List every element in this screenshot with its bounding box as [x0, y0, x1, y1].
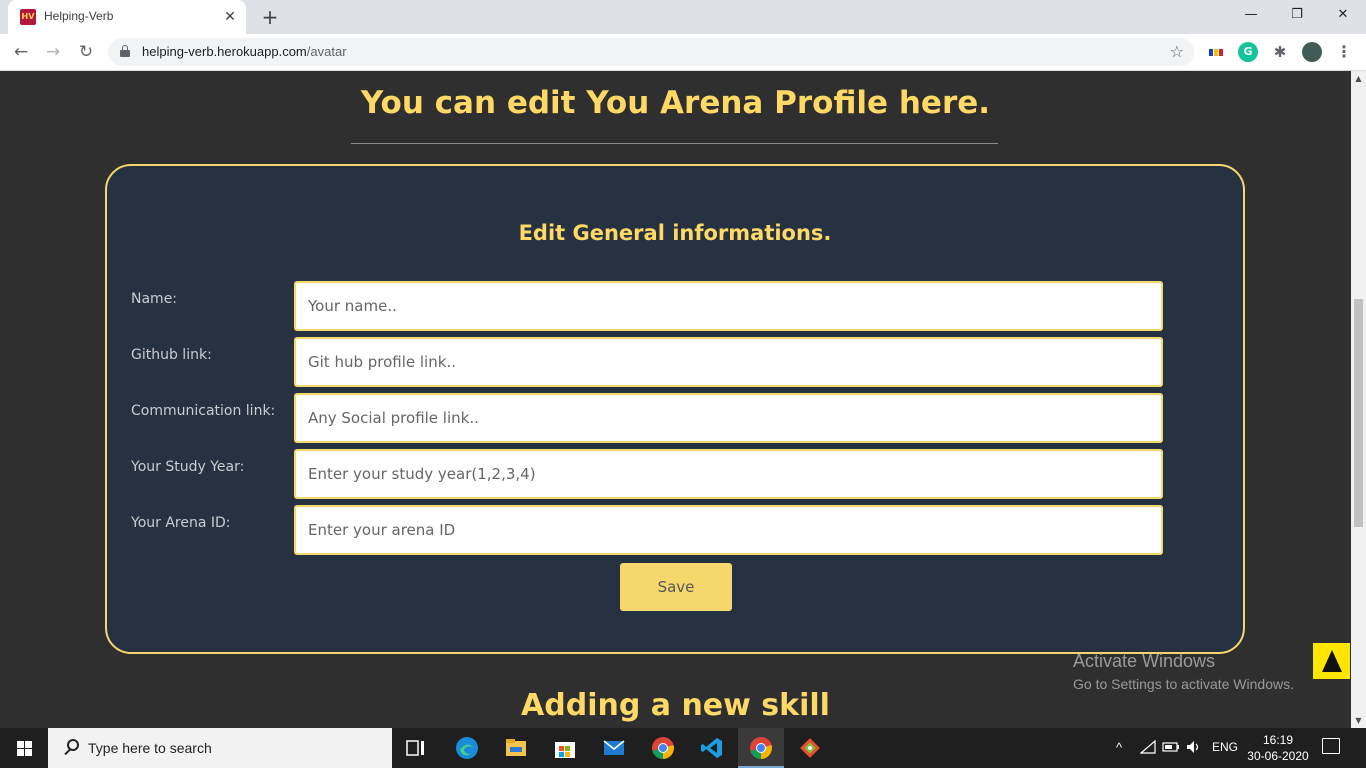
restore-button[interactable]: ❐ [1274, 0, 1320, 30]
arena-id-label: Your Arena ID: [131, 515, 231, 531]
extension-colorful-icon[interactable] [1206, 42, 1226, 62]
bookmark-star-icon[interactable]: ☆ [1170, 41, 1184, 63]
study-year-label: Your Study Year: [131, 459, 245, 475]
name-input[interactable] [294, 281, 1163, 331]
lock-icon [120, 45, 130, 57]
scrollbar-thumb[interactable] [1354, 299, 1363, 527]
reload-button[interactable]: ↻ [73, 39, 99, 65]
edge-browser-icon[interactable] [455, 736, 479, 760]
scroll-down-arrow-icon[interactable]: ▼ [1351, 713, 1366, 728]
page-viewport: You can edit You Arena Profile here. Edi… [0, 71, 1351, 728]
name-label: Name: [131, 291, 178, 307]
chrome-icon[interactable] [651, 736, 675, 760]
system-clock[interactable]: 16:19 30-06-2020 [1244, 732, 1312, 764]
study-year-input[interactable] [294, 449, 1163, 499]
chrome-running-icon[interactable] [749, 736, 773, 760]
show-hidden-icons[interactable]: ^ [1116, 740, 1122, 755]
page-scrollbar[interactable]: ▲ ▼ [1351, 71, 1366, 728]
address-bar[interactable]: helping-verb.herokuapp.com/avatar ☆ [108, 38, 1194, 66]
section-title-new-skill: Adding a new skill [521, 688, 830, 723]
close-window-button[interactable]: ✕ [1320, 0, 1366, 30]
close-tab-icon[interactable]: ✕ [220, 7, 240, 27]
github-link-label: Github link: [131, 347, 212, 363]
vscode-icon[interactable] [700, 736, 724, 760]
browser-tab[interactable]: HV Helping-Verb ✕ [8, 0, 246, 34]
git-tool-icon[interactable] [798, 736, 822, 760]
wifi-icon[interactable] [1139, 739, 1156, 757]
minimize-button[interactable]: — [1228, 0, 1274, 30]
card-heading: Edit General informations. [518, 221, 832, 245]
clock-date: 30-06-2020 [1247, 749, 1309, 763]
back-button[interactable]: ← [8, 39, 34, 65]
communication-link-input[interactable] [294, 393, 1163, 443]
title-divider [351, 143, 998, 144]
arena-id-input[interactable] [294, 505, 1163, 555]
forward-button[interactable]: → [40, 39, 66, 65]
search-icon [62, 738, 82, 758]
scroll-to-top-button[interactable] [1313, 643, 1350, 679]
grammarly-icon[interactable]: G [1238, 42, 1258, 62]
notification-center-icon[interactable] [1322, 738, 1340, 754]
language-indicator[interactable]: ENG [1212, 740, 1238, 754]
page-title: You can edit You Arena Profile here. [360, 85, 991, 121]
battery-icon[interactable] [1162, 740, 1180, 757]
activate-windows-watermark: Activate Windows Go to Settings to activ… [1073, 651, 1294, 692]
edit-profile-card: Edit General informations. Name: Github … [105, 164, 1245, 654]
browser-toolbar: ← → ↻ helping-verb.herokuapp.com/avatar … [0, 34, 1366, 71]
tab-title: Helping-Verb [44, 9, 114, 23]
communication-link-label: Communication link: [131, 403, 276, 419]
activate-windows-title: Activate Windows [1073, 651, 1216, 671]
menu-kebab-icon[interactable]: ⋮ [1334, 42, 1354, 62]
windows-start-button[interactable] [0, 728, 48, 768]
volume-icon[interactable] [1186, 740, 1202, 757]
windows-taskbar: Type here to search ^ ENG 16:19 30-06-20… [0, 728, 1366, 768]
browser-tab-strip: HV Helping-Verb ✕ + — ❐ ✕ [0, 0, 1366, 34]
microsoft-store-icon[interactable] [553, 736, 577, 760]
github-link-input[interactable] [294, 337, 1163, 387]
clock-time: 16:19 [1262, 733, 1294, 747]
mail-icon[interactable] [602, 736, 626, 760]
profile-avatar-icon[interactable] [1302, 42, 1322, 62]
favicon-icon: HV [20, 9, 36, 25]
file-explorer-icon[interactable] [504, 736, 528, 760]
search-placeholder: Type here to search [88, 740, 212, 756]
task-view-icon[interactable] [404, 736, 428, 760]
new-tab-button[interactable]: + [258, 5, 282, 29]
save-button[interactable]: Save [620, 563, 732, 611]
extensions-puzzle-icon[interactable]: ✱ [1270, 42, 1290, 62]
taskbar-search-box[interactable]: Type here to search [48, 728, 392, 768]
url-text: helping-verb.herokuapp.com/avatar [142, 44, 347, 59]
scroll-up-arrow-icon[interactable]: ▲ [1351, 71, 1366, 86]
arrow-up-icon [1322, 650, 1342, 672]
